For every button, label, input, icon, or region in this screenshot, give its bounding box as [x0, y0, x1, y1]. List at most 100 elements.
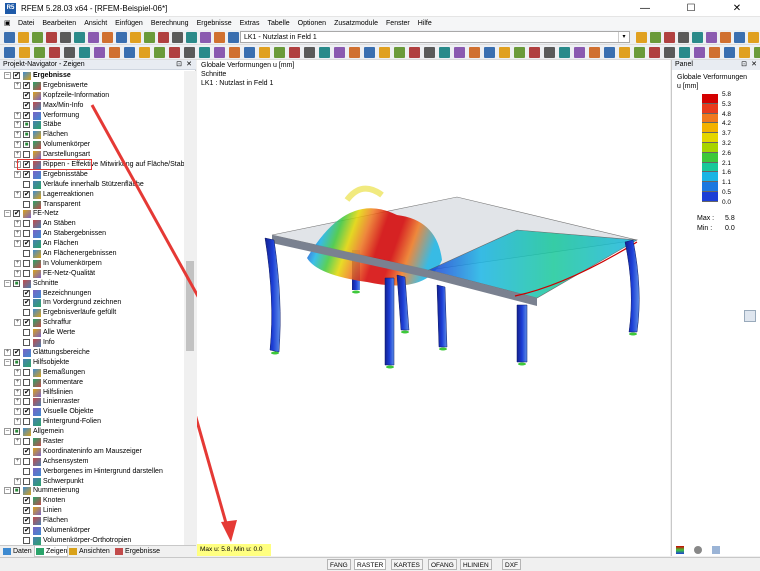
status-toggle-raster[interactable]: RASTER — [354, 559, 387, 570]
tree-checkbox[interactable]: ■ — [13, 358, 20, 366]
toolbar1-tool-icon[interactable] — [678, 32, 689, 43]
toolbar1-tool-icon[interactable] — [74, 32, 85, 43]
scrollbar-thumb[interactable] — [186, 261, 194, 351]
tree-item[interactable]: + ✔ An Flächen — [0, 239, 184, 249]
tree-item[interactable]: + Kommentare — [0, 378, 184, 388]
toolbar2-tool-icon[interactable] — [49, 47, 60, 58]
expand-icon[interactable]: + — [14, 141, 21, 149]
toolbar1-tool-icon[interactable] — [158, 32, 169, 43]
tree-checkbox[interactable]: ✔ — [13, 72, 20, 79]
status-toggle-kartes[interactable]: KARTES — [391, 559, 423, 570]
menu-item-6[interactable]: Extras — [236, 17, 264, 30]
tree-item[interactable]: + ■ Stäbe — [0, 120, 184, 130]
toolbar2-tool-icon[interactable] — [4, 47, 15, 58]
tree-item[interactable]: – ■ Nummerierung — [0, 486, 184, 496]
toolbar2-tool-icon[interactable] — [679, 47, 690, 58]
tree-checkbox[interactable] — [23, 329, 30, 337]
toolbar2-tool-icon[interactable] — [274, 47, 285, 58]
toolbar2-tool-icon[interactable] — [649, 47, 660, 58]
tree-item[interactable]: + ✔ Ergebnisstäbe — [0, 170, 184, 180]
tree-item[interactable]: + Linienraster — [0, 397, 184, 407]
expand-icon[interactable]: + — [14, 190, 21, 198]
tree-item[interactable]: + Raster — [0, 437, 184, 447]
tab-daten[interactable]: Daten — [2, 546, 32, 557]
toolbar1-tool-icon[interactable] — [200, 32, 211, 43]
expand-icon[interactable]: + — [14, 437, 21, 445]
tree-item[interactable]: ✔ Max/Min-Info — [0, 101, 184, 111]
toolbar2-tool-icon[interactable] — [109, 47, 120, 58]
model-view[interactable]: Globale Verformungen u [mm] Schnitte LK1… — [197, 60, 670, 565]
status-toggle-dxf[interactable]: DXF — [502, 559, 521, 570]
collapse-icon[interactable]: – — [4, 487, 11, 495]
toolbar2-tool-icon[interactable] — [259, 47, 270, 58]
minimize-button[interactable]: — — [622, 0, 668, 17]
expand-icon[interactable]: + — [14, 477, 21, 485]
tree-item[interactable]: + ✔ Glättungsbereiche — [0, 348, 184, 358]
tree-checkbox[interactable]: ✔ — [23, 101, 30, 109]
expand-icon[interactable]: + — [14, 131, 21, 139]
toolbar2-tool-icon[interactable] — [199, 47, 210, 58]
tree-checkbox[interactable] — [23, 467, 30, 475]
toolbar2-tool-icon[interactable] — [664, 47, 675, 58]
tree-item[interactable]: Alle Werte — [0, 328, 184, 338]
menu-item-10[interactable]: Fenster — [382, 17, 414, 30]
expand-icon[interactable]: + — [4, 348, 11, 356]
toolbar1-tool-icon[interactable] — [88, 32, 99, 43]
toolbar2-tool-icon[interactable] — [499, 47, 510, 58]
tree-checkbox[interactable] — [23, 477, 30, 485]
tree-item[interactable]: Info — [0, 338, 184, 348]
toolbar2-tool-icon[interactable] — [754, 47, 760, 58]
tree-checkbox[interactable]: ✔ — [23, 497, 30, 505]
tree-checkbox[interactable] — [23, 437, 30, 445]
menu-item-7[interactable]: Tabelle — [263, 17, 293, 30]
toolbar2-tool-icon[interactable] — [64, 47, 75, 58]
expand-icon[interactable]: + — [14, 398, 21, 406]
tree-checkbox[interactable]: ■ — [13, 428, 20, 436]
collapse-icon[interactable]: – — [4, 358, 11, 366]
tree-checkbox[interactable]: ✔ — [23, 408, 30, 416]
tree-item[interactable]: Ergebnisverläufe gefüllt — [0, 308, 184, 318]
toolbar2-tool-icon[interactable] — [244, 47, 255, 58]
tab-zeigen[interactable]: Zeigen — [34, 546, 69, 557]
status-toggle-fang[interactable]: FANG — [327, 559, 351, 570]
tree-checkbox[interactable]: ✔ — [23, 289, 30, 297]
tree-checkbox[interactable] — [23, 220, 30, 228]
toolbar2-tool-icon[interactable] — [334, 47, 345, 58]
toolbar2-tool-icon[interactable] — [694, 47, 705, 58]
tree-checkbox[interactable]: ✔ — [13, 348, 20, 356]
navigator-scrollbar[interactable] — [184, 71, 196, 545]
toolbar1-tool-icon[interactable] — [734, 32, 745, 43]
tree-checkbox[interactable]: ✔ — [23, 517, 30, 525]
toolbar1-tool-icon[interactable] — [650, 32, 661, 43]
expand-icon[interactable]: + — [14, 230, 21, 238]
toolbar2-tool-icon[interactable] — [604, 47, 615, 58]
toolbar1-tool-icon[interactable] — [748, 32, 759, 43]
tree-checkbox[interactable]: ✔ — [23, 170, 30, 178]
expand-icon[interactable]: + — [14, 259, 21, 267]
tree-item[interactable]: ✔ Koordinateninfo am Mauszeiger — [0, 447, 184, 457]
tree-item[interactable]: + ✔ Hilfslinien — [0, 388, 184, 398]
tree-item[interactable]: Transparent — [0, 200, 184, 210]
expand-icon[interactable]: + — [14, 151, 21, 159]
tree-checkbox[interactable]: ✔ — [13, 210, 20, 218]
toolbar2-tool-icon[interactable] — [349, 47, 360, 58]
doc-icon[interactable]: ▣ — [0, 17, 14, 30]
tree-checkbox[interactable] — [23, 151, 30, 159]
toolbar2-tool-icon[interactable] — [229, 47, 240, 58]
menu-item-3[interactable]: Einfügen — [111, 17, 147, 30]
toolbar1-tool-icon[interactable] — [4, 32, 15, 43]
tree-checkbox[interactable]: ■ — [23, 141, 30, 149]
tree-item[interactable]: – ✔ Ergebnisse — [0, 71, 184, 81]
toolbar2-tool-icon[interactable] — [634, 47, 645, 58]
tree-checkbox[interactable] — [23, 309, 30, 317]
toolbar2-tool-icon[interactable] — [559, 47, 570, 58]
loadcase-select[interactable]: LK1 - Nutzlast in Feld 1 ▾ — [240, 31, 630, 43]
expand-icon[interactable]: + — [14, 319, 21, 327]
tree-item[interactable]: ✔ Kopfzeile-Information — [0, 91, 184, 101]
tab-ergebnisse[interactable]: Ergebnisse — [114, 546, 160, 557]
tab-ansichten[interactable]: Ansichten — [68, 546, 110, 557]
tree-checkbox[interactable] — [23, 339, 30, 347]
tree-checkbox[interactable] — [23, 269, 30, 277]
toolbar2-tool-icon[interactable] — [394, 47, 405, 58]
expand-icon[interactable]: + — [14, 121, 21, 129]
